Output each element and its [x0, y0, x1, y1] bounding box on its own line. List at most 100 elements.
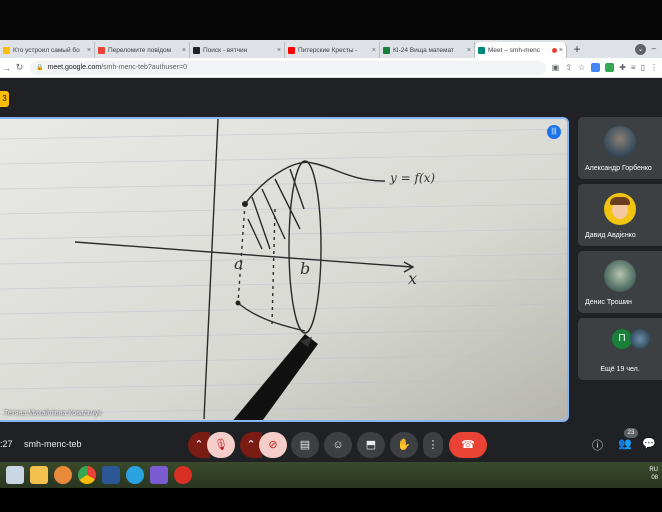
- close-tab-icon[interactable]: ×: [277, 47, 281, 54]
- extension-icon[interactable]: [605, 63, 615, 72]
- chrome-icon[interactable]: [78, 466, 96, 484]
- url-path: /smh-menc-teb?authuser=0: [101, 64, 187, 71]
- tab-title: КІ-24 Вища математ: [393, 46, 454, 54]
- close-tab-icon[interactable]: ×: [182, 47, 186, 54]
- close-tab-icon[interactable]: ×: [87, 47, 91, 54]
- participant-name: Александр Горбенко: [585, 165, 652, 172]
- tab-favicon-icon: [3, 46, 10, 54]
- people-icon[interactable]: 👥: [618, 437, 632, 450]
- language-indicator[interactable]: RU: [649, 466, 658, 474]
- participant-tile[interactable]: Александр Горбенко: [578, 117, 662, 179]
- tab-favicon-icon: [383, 46, 390, 54]
- sidepanel-icon[interactable]: ▯: [641, 63, 645, 72]
- bottom-black-strip: [0, 488, 662, 512]
- lock-icon: 🔒: [36, 65, 44, 71]
- minimize-icon[interactable]: –: [648, 43, 660, 55]
- participant-name: Давид Авдієнко: [585, 232, 636, 239]
- info-icon[interactable]: ⓘ: [592, 437, 603, 453]
- participant-avatar: [604, 126, 636, 158]
- present-button[interactable]: ⬒: [357, 432, 385, 458]
- meet-area: 3 y = f(x) a b x ||| Тетяна Михайлівна К…: [0, 79, 662, 462]
- url-actions: ▣ ⇧ ☆: [552, 63, 585, 72]
- browser-tab-3[interactable]: Поиск - вятчин ×: [190, 42, 285, 58]
- drawing-label-x: x: [408, 269, 418, 288]
- tab-favicon-icon: [288, 46, 295, 54]
- captions-button[interactable]: ▤: [291, 432, 319, 458]
- browser-tab-5[interactable]: КІ-24 Вища математ ×: [380, 42, 475, 58]
- browser-tab-1[interactable]: Кто устроил самый бо ×: [0, 42, 95, 58]
- participant-name: Денис Трошин: [585, 299, 632, 306]
- chat-icon[interactable]: 💬: [642, 437, 656, 450]
- camera-permission-icon[interactable]: ▣: [552, 63, 560, 72]
- main-video-tile[interactable]: y = f(x) a b x ||| Тетяна Михайлівна Ков…: [0, 117, 569, 422]
- meeting-code: smh-menc-teb: [24, 439, 82, 449]
- browser-tab-bar: Кто устроил самый бо × Переломите повідо…: [0, 40, 662, 58]
- browser-tab-4[interactable]: Питерские Кресты - ×: [285, 42, 380, 58]
- viber-icon[interactable]: [150, 466, 168, 484]
- new-tab-button[interactable]: +: [570, 43, 584, 57]
- url-input[interactable]: 🔒 meet.google.com/smh-menc-teb?authuser=…: [30, 60, 546, 75]
- media-player-icon[interactable]: [54, 466, 72, 484]
- meeting-clock: :27: [0, 439, 13, 449]
- participant-avatar: [630, 329, 650, 349]
- participant-tile[interactable]: Давид Авдієнко: [578, 184, 662, 246]
- recording-dot-icon: [551, 47, 557, 53]
- raise-hand-button[interactable]: ✋: [390, 432, 418, 458]
- system-tray: RU 08: [649, 466, 658, 482]
- record-app-icon[interactable]: [174, 466, 192, 484]
- participant-avatar: [604, 260, 636, 292]
- close-tab-icon[interactable]: ×: [372, 47, 376, 54]
- top-black-strip: [0, 0, 662, 40]
- participant-avatar: [604, 193, 636, 225]
- tab-title: Поиск - вятчин: [203, 46, 248, 54]
- browser-tab-active[interactable]: Meet – smh-menc ×: [475, 42, 567, 58]
- tab-title: Питерские Кресты -: [298, 46, 358, 54]
- screen: Кто устроил самый бо × Переломите повідо…: [0, 0, 662, 512]
- extensions-area: ✚ ≡ ▯ ⋮: [591, 63, 658, 72]
- drawing-label-curve: y = f(x): [390, 171, 436, 185]
- url-domain: meet.google.com: [47, 64, 102, 71]
- browser-tab-2[interactable]: Переломите повідом ×: [95, 42, 190, 58]
- tab-search-icon[interactable]: ⌄: [635, 43, 646, 55]
- file-explorer-icon[interactable]: [30, 466, 48, 484]
- main-speaker-name: Тетяна Михайлівна Ковальчук: [4, 410, 102, 417]
- media-icon[interactable]: ≡: [631, 63, 636, 72]
- tab-title: Meet – smh-menc: [488, 46, 541, 54]
- window-controls: ⌄ –: [635, 40, 662, 58]
- share-icon[interactable]: ⇧: [565, 63, 572, 72]
- drawing-label-b: b: [300, 259, 311, 278]
- puzzle-icon[interactable]: ✚: [619, 63, 626, 72]
- forward-icon[interactable]: →: [0, 63, 13, 73]
- reload-icon[interactable]: ↻: [13, 62, 26, 73]
- emoji-button[interactable]: ☺: [324, 432, 352, 458]
- leave-call-button[interactable]: ☎: [449, 432, 487, 458]
- participant-initial-avatar: П: [612, 329, 632, 349]
- meeting-controls: :27 smh-menc-teb ⌃ 🎙 ⌃ ⊘ ▤ ☺ ⬒ ✋ ⋮ ☎ ⓘ 2…: [0, 428, 662, 462]
- close-tab-icon[interactable]: ×: [467, 47, 471, 54]
- tab-favicon-icon: [98, 46, 105, 54]
- bookmark-star-icon[interactable]: ☆: [578, 63, 585, 72]
- speaking-indicator-icon: |||: [547, 125, 561, 139]
- more-participants-label: Ещё 19 чел.: [600, 366, 640, 373]
- camera-off-button[interactable]: ⊘: [259, 432, 287, 458]
- mic-off-button[interactable]: 🎙: [207, 432, 235, 458]
- participant-tile[interactable]: Денис Трошин: [578, 251, 662, 313]
- close-tab-icon[interactable]: ×: [559, 47, 563, 54]
- os-taskbar: RU 08: [0, 462, 662, 488]
- meet-favicon-icon: [478, 46, 485, 54]
- activities-badge[interactable]: 3: [0, 91, 9, 107]
- tray-clock: 08: [651, 475, 658, 481]
- more-participants-tile[interactable]: П Ещё 19 чел.: [578, 318, 662, 380]
- menu-dots-icon[interactable]: ⋮: [650, 63, 658, 72]
- tab-title: Кто устроил самый бо: [13, 46, 80, 54]
- telegram-icon[interactable]: [126, 466, 144, 484]
- tab-favicon-icon: [193, 46, 200, 54]
- taskview-icon[interactable]: [6, 466, 24, 484]
- word-icon[interactable]: [102, 466, 120, 484]
- drawing-label-a: a: [234, 254, 244, 273]
- notebook-drawing: [0, 119, 567, 420]
- more-options-button[interactable]: ⋮: [423, 432, 443, 458]
- address-bar: → ↻ 🔒 meet.google.com/smh-menc-teb?authu…: [0, 58, 662, 78]
- tab-title: Переломите повідом: [108, 46, 172, 54]
- extension-icon[interactable]: [591, 63, 601, 72]
